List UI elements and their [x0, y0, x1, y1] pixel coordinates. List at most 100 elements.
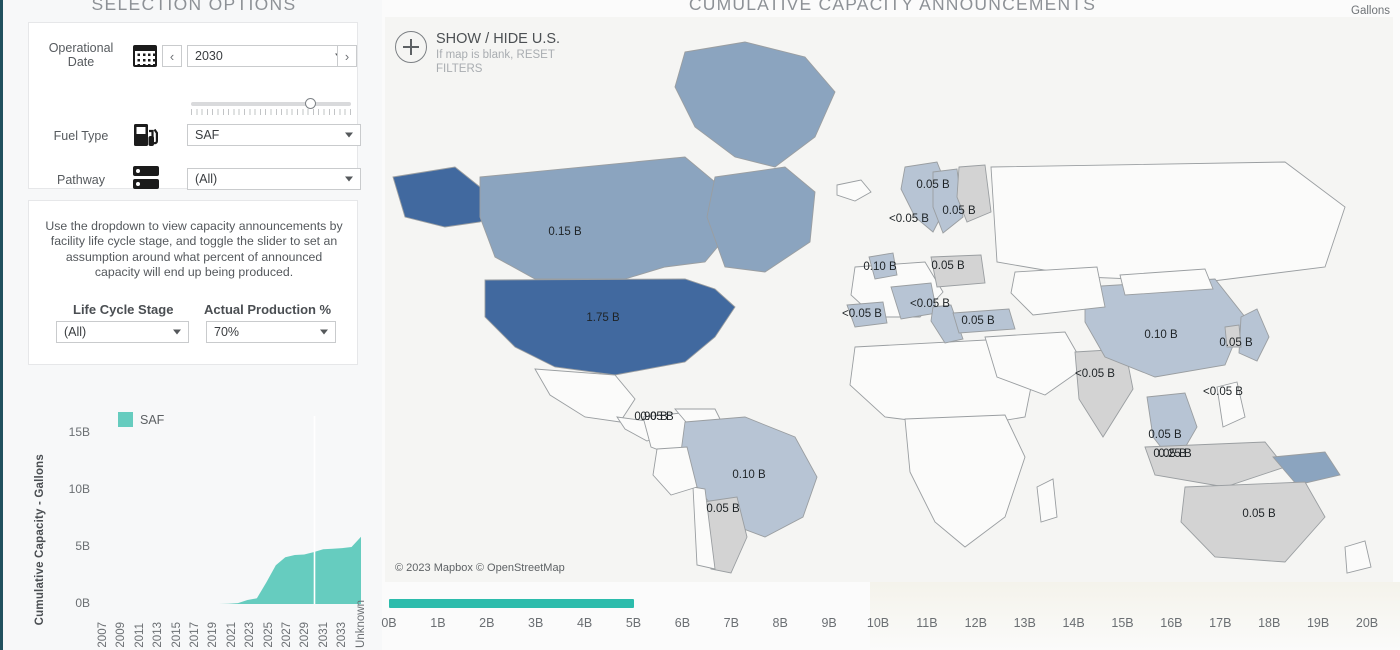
actual-production-select[interactable]: 70% [206, 321, 336, 343]
axis-tick: 9B [821, 616, 837, 630]
year-slider[interactable] [191, 98, 351, 118]
map-label-sweden: <0.05 B [889, 213, 929, 225]
cumulative-capacity-chart: Cumulative Capacity - Gallons 0B 5B 10B 15B… [28, 398, 367, 648]
life-cycle-stage-label: Life Cycle Stage [73, 302, 174, 317]
country-australia[interactable] [1180, 481, 1326, 563]
axis-tick: 15B [1111, 616, 1134, 630]
map-attribution: © 2023 Mapbox © OpenStreetMap [395, 562, 565, 574]
axis-tick: 1B [430, 616, 446, 630]
chart-x-tick: 2025 [262, 622, 275, 648]
chart-x-tick: 2033 [336, 622, 349, 648]
axis-tick: 13B [1013, 616, 1036, 630]
country-africa-south[interactable] [904, 414, 1026, 548]
actual-production-label: Actual Production % [204, 302, 332, 317]
pathway-label: Pathway [57, 173, 105, 187]
chart-y-tick: 0B [75, 596, 90, 610]
chart-x-tick: 2023 [244, 622, 257, 648]
map-label-france: <0.05 B [910, 298, 950, 310]
plus-circle-icon[interactable] [395, 31, 427, 63]
chart-x-ticks: 2007 2009 2011 2013 2015 2017 2019 2021 2023 2025… [96, 600, 367, 648]
map-label-argentina: 0.05 B [706, 503, 740, 515]
country-canada-east[interactable] [706, 166, 816, 273]
chart-y-tick: 5B [75, 539, 90, 554]
year-prev-button[interactable]: ‹ [162, 45, 182, 67]
axis-tick: 6B [674, 616, 691, 630]
chevron-down-icon [345, 176, 353, 182]
axis-tick: 0B [381, 616, 397, 630]
map-label-united-states: 1.75 B [586, 312, 620, 324]
filters-card: Operational Date ‹ 2030 › Fuel Type SAF … [28, 22, 361, 190]
year-next-button[interactable]: › [337, 45, 357, 67]
map-label-japan: 0.05 B [1219, 337, 1253, 349]
axis-tick: 18B [1258, 616, 1281, 630]
chart-y-ticks: 0B 5B 10B 15B [40, 398, 90, 610]
map-label-china: 0.10 B [1144, 329, 1178, 341]
world-map[interactable]: SHOW / HIDE U.S. If map is blank, RESET … [385, 17, 1393, 582]
map-label-spain: <0.05 B [842, 308, 882, 320]
capacity-bar [389, 599, 634, 608]
chart-x-tick: 2029 [299, 622, 312, 648]
map-label-thailand: 0.05 B [1148, 429, 1182, 441]
axis-tick: 3B [528, 616, 544, 630]
server-icon [133, 166, 159, 190]
country-png[interactable] [1272, 451, 1341, 486]
axis-tick: 11B [916, 616, 938, 630]
country-canada[interactable] [479, 156, 731, 280]
fuel-type-label: Fuel Type [53, 129, 109, 143]
year-slider-ticks [191, 109, 351, 115]
info-card: Use the dropdown to view capacity announ… [28, 200, 358, 365]
chart-plot-area[interactable] [96, 416, 361, 604]
show-hide-us-title: SHOW / HIDE U.S. [436, 31, 561, 47]
year-slider-handle[interactable] [305, 98, 316, 109]
chart-x-tick: 2021 [225, 622, 238, 648]
country-russia[interactable] [990, 161, 1346, 283]
country-kazakh[interactable] [1010, 266, 1106, 316]
chevron-down-icon [345, 132, 353, 138]
map-label-norway: 0.05 B [916, 179, 950, 191]
show-hide-us-subtitle: If map is blank, RESET FILTERS [436, 49, 555, 75]
life-cycle-stage-select[interactable]: (All) [56, 321, 189, 343]
map-label-venezuela: 0.05 B [640, 411, 674, 423]
selection-options-panel: SELECTION OPTIONS Operational Date ‹ 203… [0, 0, 382, 650]
fuel-type-select[interactable]: SAF [187, 124, 361, 146]
pathway-select[interactable]: (All) [187, 168, 361, 190]
fuel-type-value: SAF [195, 128, 220, 142]
country-iceland[interactable] [836, 179, 872, 202]
chart-x-tick: 2031 [317, 622, 330, 648]
map-label-united-kingdom: 0.10 B [863, 261, 897, 273]
map-label-brazil: 0.10 B [732, 469, 766, 481]
axis-tick: 5B [625, 616, 642, 630]
country-madagascar[interactable] [1036, 478, 1058, 523]
axis-tick: 8B [772, 616, 788, 630]
chart-x-tick: Unknown [354, 600, 367, 648]
axis-tick: 19B [1306, 616, 1330, 630]
year-slider-track[interactable] [191, 102, 351, 106]
selection-options-title: SELECTION OPTIONS [91, 0, 297, 14]
calendar-icon [133, 45, 157, 67]
country-greenland[interactable] [674, 41, 836, 168]
country-nz[interactable] [1344, 540, 1372, 574]
chart-x-tick: 2015 [170, 622, 183, 648]
operational-date-value: 2030 [195, 49, 223, 63]
axis-tick: 2B [479, 616, 495, 630]
chart-x-tick: 2007 [97, 622, 109, 648]
map-geometry [392, 41, 1372, 574]
axis-tick: 7B [723, 616, 739, 630]
life-cycle-stage-value: (All) [64, 325, 87, 339]
show-hide-us-control[interactable]: SHOW / HIDE U.S. If map is blank, RESET … [395, 31, 571, 76]
country-united-states[interactable] [484, 278, 736, 376]
country-japan[interactable] [1238, 308, 1270, 362]
operational-date-select[interactable]: 2030 [187, 45, 351, 67]
chart-y-tick: 10B [68, 482, 90, 497]
map-title: CUMULATIVE CAPACITY ANNOUNCEMENTS [688, 0, 1097, 14]
map-label-germany: 0.05 B [931, 260, 965, 272]
chart-x-tick: 2019 [207, 622, 220, 648]
pathway-value: (All) [195, 172, 218, 186]
chart-x-tick: 2011 [133, 623, 146, 648]
axis-tick: 14B [1062, 616, 1085, 630]
dashboard-root: SELECTION OPTIONS Operational Date ‹ 203… [0, 0, 1400, 650]
country-mexico[interactable] [534, 368, 636, 423]
fuel-pump-icon [133, 122, 159, 153]
map-label-australia: 0.05 B [1242, 508, 1276, 520]
axis-tick: 16B [1160, 616, 1183, 630]
